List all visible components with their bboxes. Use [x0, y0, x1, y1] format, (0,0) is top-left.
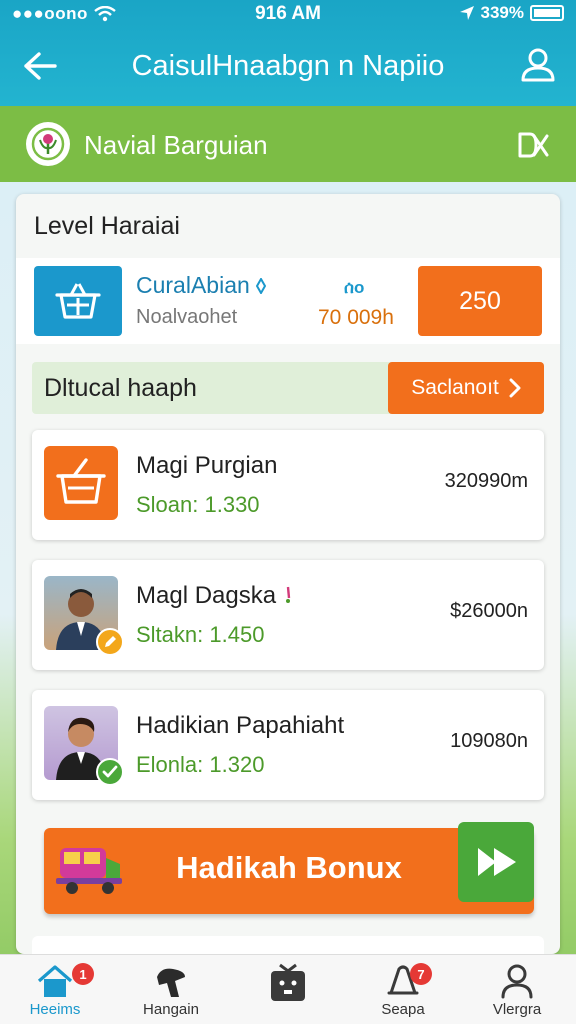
tab-notification-badge: 7 [410, 963, 432, 985]
summary-name: CuralAbian [136, 272, 267, 299]
tab-label: Seapa [381, 1001, 425, 1018]
chevron-right-icon [509, 378, 521, 398]
tab-profile[interactable]: Vlergra [462, 963, 572, 1023]
item-badge [96, 628, 124, 656]
check-icon [102, 765, 118, 778]
close-button[interactable] [516, 128, 550, 162]
card-title: Level Haraiai [34, 212, 180, 240]
bottom-tab-bar: 1 Heeims Hangain 7 Seapa Vlergra [0, 954, 576, 1024]
tab-search[interactable]: 7 Seapa [348, 963, 458, 1023]
item-stat: Sloan: 1.330 [136, 492, 260, 517]
summary-row: CuralAbian Noalvaohet ሰo 70 009h 250 [16, 258, 560, 344]
item-badge [96, 758, 124, 786]
item-name: Magi Purgian [136, 452, 278, 479]
item-stat: Sltakn: 1.450 [136, 622, 265, 647]
item-thumbnail [44, 446, 118, 520]
tab-label: Hangain [143, 1001, 199, 1018]
item-name: Magl Dagska [136, 582, 293, 610]
section-action-label: Saclanoıt [411, 376, 499, 399]
pencil-icon [105, 636, 116, 647]
main-card: Level Haraiai CuralAbian Noalvaohet ሰo 7… [16, 194, 560, 966]
flower-logo-icon [31, 127, 65, 161]
bonus-banner[interactable]: Hadikah Bonux [44, 822, 534, 914]
close-icon [518, 132, 549, 158]
tab-center[interactable] [233, 963, 343, 1023]
summary-basket-tile [34, 266, 122, 336]
list-item[interactable]: Magl Dagska Sltakn: 1.450 $26000n [32, 560, 544, 670]
item-name-text: Magl Dagska [136, 582, 277, 609]
play-arrow-icon [478, 848, 516, 876]
item-value: 109080n [450, 730, 528, 752]
user-icon [521, 48, 555, 82]
item-stat: Elonla: 1.320 [136, 752, 265, 777]
tag-icon [157, 968, 185, 997]
item-avatar [44, 706, 124, 786]
sub-header: Navial Barguian [0, 106, 576, 182]
item-value: 320990m [444, 470, 528, 492]
sub-header-title: Navial Barguian [84, 130, 268, 160]
home-icon [37, 965, 73, 997]
diamond-icon [256, 276, 267, 296]
tab-label: Heeims [29, 1001, 81, 1018]
tab-home[interactable]: 1 Heeims [0, 963, 110, 1023]
basket-icon [56, 458, 106, 504]
location-arrow-icon [459, 6, 474, 20]
back-arrow-icon [24, 52, 57, 80]
section-title: Dltucal haaph [44, 374, 197, 402]
tab-bargain[interactable]: Hangain [116, 963, 226, 1023]
section-action-button[interactable]: Saclanoıt [388, 362, 544, 414]
list-item[interactable]: Magi Purgian Sloan: 1.330 320990m [32, 430, 544, 540]
summary-mid-value: 70 009h [318, 306, 394, 329]
item-name: Hadikian Papahiaht [136, 712, 345, 739]
bonus-go-button[interactable] [458, 822, 534, 902]
list-item[interactable]: Hadikian Papahiaht Elonla: 1.320 109080n [32, 690, 544, 800]
basket-icon [55, 283, 101, 319]
tab-notification-badge: 1 [72, 963, 94, 985]
section-header: Dltucal haaph Saclanoıt [32, 362, 544, 414]
summary-subtitle: Noalvaohet [136, 306, 238, 328]
back-button[interactable] [20, 46, 60, 86]
sparkle-icon [285, 586, 290, 603]
profile-button[interactable] [518, 44, 558, 84]
app-logo [26, 122, 70, 166]
top-bar: ●●●oono 916 AM 339% CaisulHnaabgn n Napi… [0, 0, 576, 106]
summary-mid-label: ሰo [344, 278, 365, 297]
page-title: CaisulHnaabgn n Napiio [131, 50, 445, 82]
item-avatar [44, 576, 124, 656]
summary-name-text: CuralAbian [136, 272, 250, 298]
battery-icon [530, 5, 564, 21]
user-icon [501, 964, 533, 999]
status-bar: ●●●oono 916 AM 339% [0, 0, 576, 28]
tab-label: Vlergra [492, 1001, 542, 1018]
status-right: 339% [459, 3, 564, 23]
item-value: $26000n [450, 600, 528, 622]
battery-percent: 339% [480, 3, 524, 22]
summary-value-button[interactable]: 250 [418, 266, 542, 336]
tv-box-icon [271, 963, 305, 1001]
